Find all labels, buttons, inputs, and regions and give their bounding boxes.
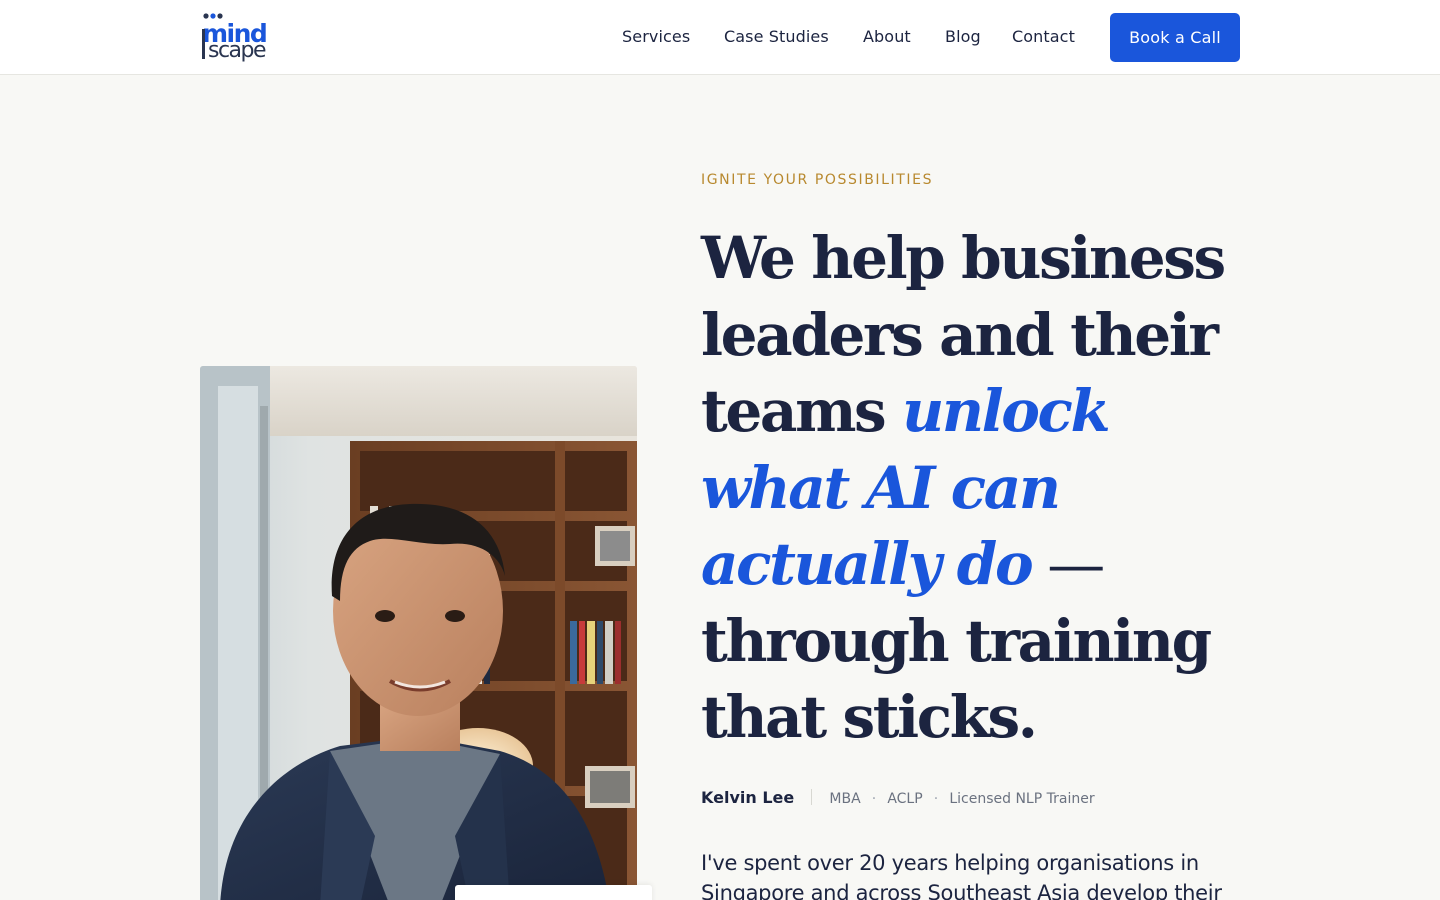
nav-case-studies[interactable]: Case Studies — [724, 26, 829, 48]
author-name: Kelvin Lee — [701, 788, 795, 807]
headline-emphasis-line-5: actually do — [701, 530, 1034, 598]
book-a-call-button[interactable]: Book a Call — [1110, 13, 1240, 62]
nav-contact[interactable]: Contact — [1012, 26, 1075, 48]
portrait-illustration — [200, 366, 637, 900]
mindscape-logo[interactable]: mind scape — [200, 13, 292, 63]
credential-nlp-trainer: Licensed NLP Trainer — [949, 791, 1095, 807]
site-header: mind scape Services Case Studies About B… — [0, 0, 1440, 75]
nav-about[interactable]: About — [863, 26, 911, 48]
headline-emphasis-unlock: unlock — [902, 377, 1111, 445]
hero-lede: I've spent over 20 years helping organis… — [701, 851, 1222, 900]
credential-separator: · — [871, 791, 877, 807]
headline-dash: — — [1031, 530, 1105, 598]
credentials-divider — [811, 789, 813, 805]
headline-emphasis-line-4: what AI can — [701, 453, 1061, 522]
credential-aclp: ACLP — [887, 791, 923, 807]
hero-eyebrow: IGNITE YOUR POSSIBILITIES — [701, 172, 934, 188]
headline-line-3-plain: teams — [701, 377, 903, 445]
author-credentials: Kelvin Lee MBA · ACLP · Licensed NLP Tra… — [701, 788, 1095, 810]
headline-line-7: that sticks. — [701, 683, 1038, 751]
headline-line-1: We help business — [701, 224, 1226, 292]
nav-blog[interactable]: Blog — [945, 26, 981, 48]
hero-headline: We help business leaders and their teams… — [701, 220, 1261, 756]
logo-text-bottom: scape — [208, 38, 267, 63]
logo-bar — [202, 29, 205, 59]
headline-line-6: through training — [701, 606, 1212, 675]
headline-line-5: actually do — — [701, 526, 1261, 603]
credential-separator: · — [933, 791, 939, 807]
headline-line-2: leaders and their — [701, 300, 1219, 369]
portrait-photo — [200, 366, 637, 900]
credential-mba: MBA — [829, 791, 861, 807]
headline-line-3: teams unlock — [701, 373, 1261, 450]
photo-badge-card — [455, 885, 652, 900]
nav-services[interactable]: Services — [622, 26, 690, 48]
